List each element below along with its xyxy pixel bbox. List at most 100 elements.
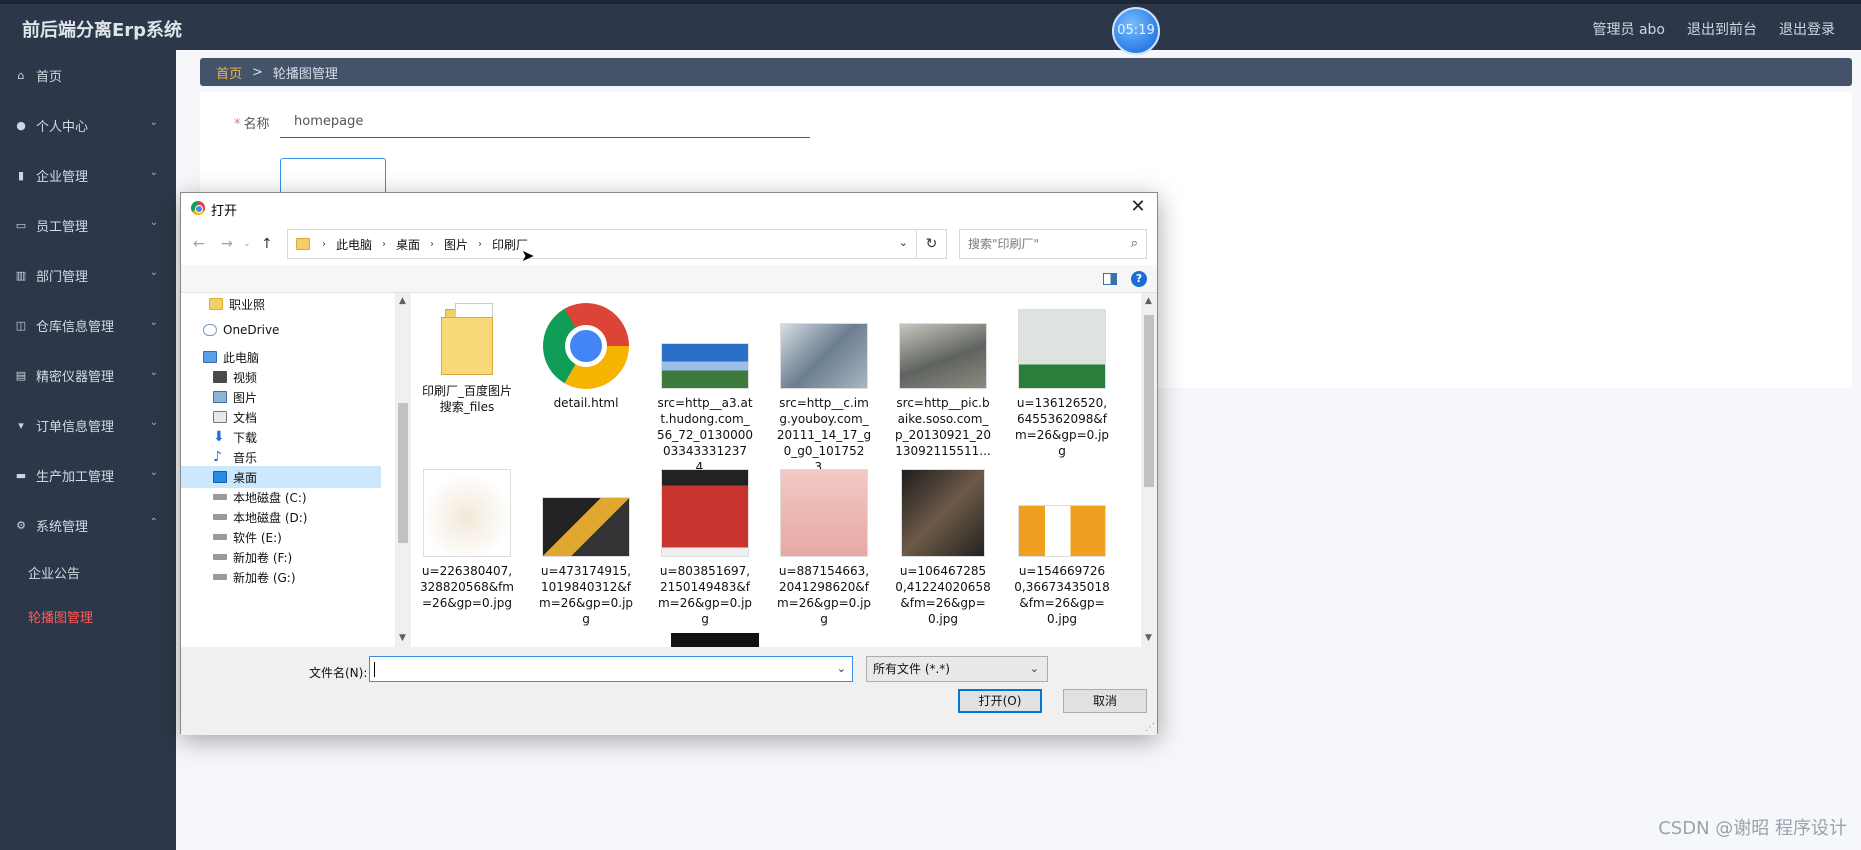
search-placeholder: 搜索"印刷厂"	[968, 237, 1040, 251]
sidebar-item-instrument[interactable]: ▤ 精密仪器管理 ⌄	[0, 350, 176, 400]
tree-item[interactable]: 软件 (E:)	[181, 526, 381, 548]
forward-arrow-icon[interactable]: →	[221, 236, 233, 252]
file-tile[interactable]: src=http__a3.att.hudong.com_56_72_013000…	[657, 303, 753, 475]
chevron-down-icon: ⌄	[149, 267, 158, 278]
building-icon: ▮	[17, 168, 25, 182]
file-tile[interactable]: src=http__pic.baike.soso.com_p_20130921_…	[895, 303, 991, 459]
file-tile[interactable]: u=136126520,6455362098&fm=26&gp=0.jpg	[1014, 303, 1110, 459]
resize-grip-icon[interactable]: ⋰	[1145, 722, 1155, 733]
scroll-up-icon[interactable]: ▲	[399, 296, 406, 306]
chevron-down-icon: ⌄	[149, 217, 158, 228]
image-thumbnail	[542, 497, 630, 557]
file-grid-scrollbar[interactable]: ▲ ▼	[1141, 293, 1157, 647]
sidebar-subitem-carousel[interactable]: 轮播图管理	[0, 594, 176, 638]
sidebar-item-production[interactable]: ▬ 生产加工管理 ⌄	[0, 450, 176, 500]
tree-item[interactable]: ⬇ 下载	[181, 426, 381, 448]
file-tile[interactable]: u=1546697260,36673435018&fm=26&gp=0.jpg	[1014, 469, 1110, 627]
name-input[interactable]	[280, 106, 810, 138]
sidebar-subitem-announcement[interactable]: 企业公告	[0, 550, 176, 594]
filename-label: 文件名(N):	[309, 666, 368, 680]
file-tile[interactable]: u=803851697,2150149483&fm=26&gp=0.jpg	[657, 469, 753, 627]
sidebar-item-warehouse[interactable]: ◫ 仓库信息管理 ⌄	[0, 300, 176, 350]
tree-item[interactable]: 文档	[181, 406, 381, 428]
tree-scrollbar[interactable]: ▲ ▼	[395, 293, 411, 647]
file-grid: 印刷厂_百度图片搜索_files detail.html src=http__a…	[411, 293, 1141, 647]
user-icon: ●	[16, 118, 26, 132]
tree-item[interactable]: 新加卷 (F:)	[181, 546, 381, 568]
file-name: u=1064672850,41224020658&fm=26&gp=0.jpg	[895, 564, 991, 626]
dialog-title: 打开	[211, 204, 238, 219]
chevron-down-icon[interactable]: ⌄	[899, 236, 908, 249]
scroll-down-icon[interactable]: ▼	[1145, 633, 1152, 643]
scroll-down-icon[interactable]: ▼	[399, 633, 406, 643]
chevron-up-icon: ⌃	[149, 517, 158, 528]
filename-input[interactable]: ⌄	[369, 656, 853, 682]
image-thumbnail	[901, 469, 985, 557]
back-to-front-link[interactable]: 退出到前台	[1687, 19, 1757, 39]
recent-dropdown-icon[interactable]: ⌄	[243, 239, 251, 249]
up-arrow-icon[interactable]: ↑	[261, 236, 273, 252]
path-segment[interactable]: 桌面	[396, 236, 420, 253]
tree-item[interactable]: ♪ 音乐	[181, 446, 381, 468]
dialog-title-bar: 打开 ✕	[181, 193, 1157, 223]
logout-link[interactable]: 退出登录	[1779, 19, 1835, 39]
image-thumbnail	[423, 469, 511, 557]
tree-item-label: 此电脑	[223, 350, 260, 365]
video-icon	[213, 371, 227, 383]
tree-item-selected[interactable]: 桌面	[181, 466, 381, 488]
image-thumbnail	[780, 323, 868, 389]
file-tile[interactable]: 印刷厂_百度图片搜索_files	[419, 303, 515, 415]
cancel-button[interactable]: 取消	[1063, 689, 1147, 713]
sidebar-item-company[interactable]: ▮ 企业管理 ⌄	[0, 150, 176, 200]
breadcrumb-home[interactable]: 首页	[216, 63, 242, 82]
tree-item[interactable]: 本地磁盘 (C:)	[181, 486, 381, 508]
sidebar-item-orders[interactable]: ▾ 订单信息管理 ⌄	[0, 400, 176, 450]
address-row: ← → ⌄ ↑ › 此电脑 › 桌面 › 图片 › 印刷厂 ⌄ ↻ 搜索"印刷厂…	[181, 223, 1157, 265]
refresh-button[interactable]: ↻	[917, 229, 947, 259]
folder-icon	[296, 238, 310, 250]
help-icon[interactable]: ?	[1131, 271, 1147, 287]
file-open-dialog: 打开 ✕ ← → ⌄ ↑ › 此电脑 › 桌面 › 图片 › 印刷厂 ⌄ ↻ 搜…	[180, 192, 1158, 735]
scrollbar-thumb[interactable]	[1144, 315, 1154, 487]
preview-pane-icon[interactable]	[1103, 273, 1117, 285]
instrument-icon: ▤	[15, 368, 27, 382]
path-segment[interactable]: 此电脑	[336, 236, 372, 253]
sidebar-item-home[interactable]: ⌂ 首页	[0, 50, 176, 100]
file-tile[interactable]: u=226380407,328820568&fm=26&gp=0.jpg	[419, 469, 515, 611]
file-tile[interactable]: u=887154663,2041298620&fm=26&gp=0.jpg	[776, 469, 872, 627]
path-segment[interactable]: 图片	[444, 236, 468, 253]
scroll-up-icon[interactable]: ▲	[1145, 296, 1152, 306]
sidebar-item-employee[interactable]: ▭ 员工管理 ⌄	[0, 200, 176, 250]
chevron-down-icon[interactable]: ⌄	[837, 662, 846, 675]
file-tile[interactable]: u=1064672850,41224020658&fm=26&gp=0.jpg	[895, 469, 991, 627]
search-input[interactable]: 搜索"印刷厂" ⌕	[959, 229, 1147, 259]
open-button[interactable]: 打开(O)	[958, 689, 1042, 713]
file-name: detail.html	[553, 396, 619, 410]
tree-item[interactable]: 此电脑	[181, 346, 381, 368]
top-bar: 前后端分离Erp系统 05:19 管理员 abo 退出到前台 退出登录	[0, 0, 1861, 55]
folder-icon	[209, 298, 223, 310]
scrollbar-thumb[interactable]	[398, 403, 408, 543]
file-tile[interactable]: u=473174915,1019840312&fm=26&gp=0.jpg	[538, 469, 634, 627]
sidebar-item-profile[interactable]: ● 个人中心 ⌄	[0, 100, 176, 150]
file-name: u=136126520,6455362098&fm=26&gp=0.jpg	[1014, 396, 1110, 458]
tree-item[interactable]: 新加卷 (G:)	[181, 566, 381, 588]
image-thumbnail	[1018, 505, 1106, 557]
tree-item[interactable]: 本地磁盘 (D:)	[181, 506, 381, 528]
back-arrow-icon[interactable]: ←	[193, 236, 205, 252]
drive-icon	[213, 534, 227, 540]
address-bar[interactable]: › 此电脑 › 桌面 › 图片 › 印刷厂 ⌄	[287, 229, 917, 259]
chevron-down-icon: ⌄	[149, 167, 158, 178]
tree-item[interactable]: 图片	[181, 386, 381, 408]
file-tile[interactable]: src=http__c.img.youboy.com_20111_14_17_g…	[776, 303, 872, 475]
tree-item[interactable]: 职业照	[181, 293, 381, 315]
filetype-select[interactable]: 所有文件 (*.*) ⌄	[866, 656, 1048, 682]
sidebar-item-department[interactable]: ▥ 部门管理 ⌄	[0, 250, 176, 300]
tree-item[interactable]: 视频	[181, 366, 381, 388]
chevron-down-icon: ⌄	[149, 367, 158, 378]
close-button[interactable]: ✕	[1125, 195, 1151, 219]
tree-item[interactable]: OneDrive	[181, 319, 381, 341]
admin-label[interactable]: 管理员 abo	[1593, 19, 1665, 39]
file-tile[interactable]: detail.html	[538, 303, 634, 411]
sidebar-item-system[interactable]: ⚙ 系统管理 ⌃	[0, 500, 176, 550]
